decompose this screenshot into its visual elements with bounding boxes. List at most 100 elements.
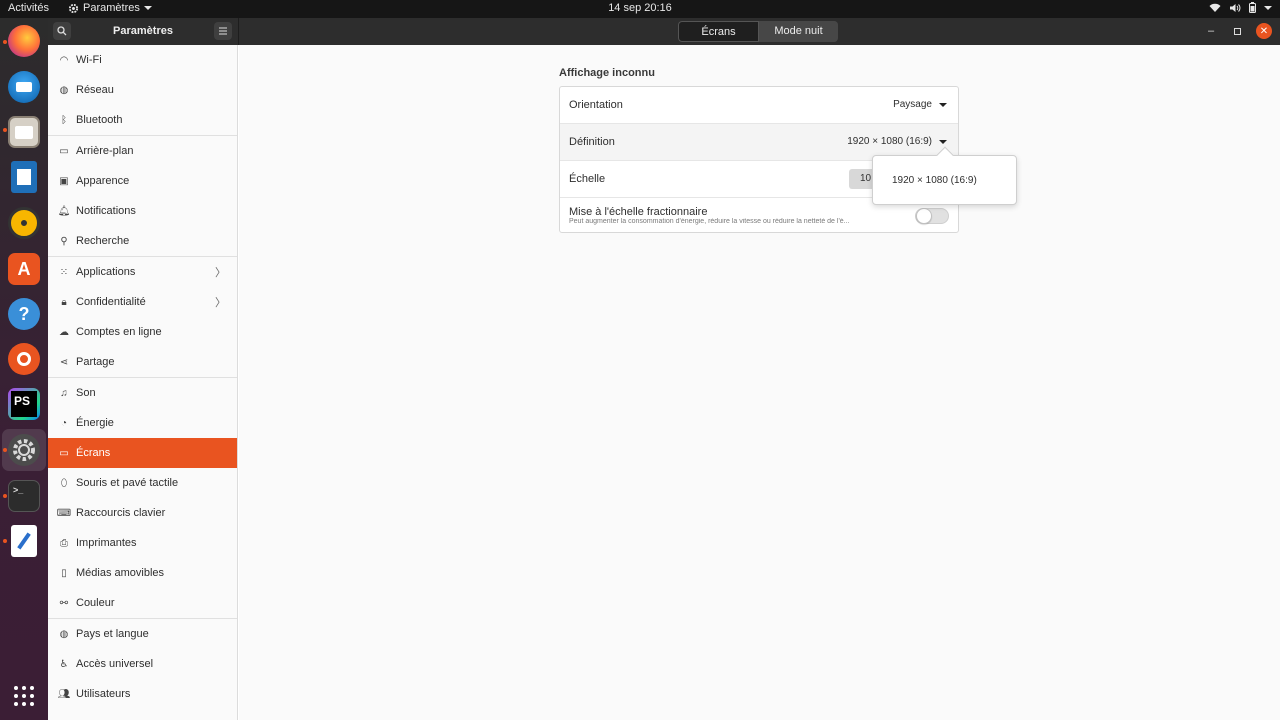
chevron-down-icon: [939, 103, 947, 107]
chevron-right-icon: 〉: [215, 267, 226, 279]
main-panel: Affichage inconnu Orientation Paysage Dé…: [239, 45, 1280, 720]
sidebar-item-network[interactable]: ◍ Réseau: [48, 75, 237, 105]
ubuntu-icon[interactable]: [8, 343, 40, 375]
activities-button[interactable]: Activités: [8, 2, 49, 14]
sidebar-item-label: Confidentialité: [76, 296, 146, 308]
close-icon: ✕: [1259, 25, 1269, 37]
keyboard-icon: ⌨︎: [56, 507, 72, 519]
chevron-down-icon: [939, 140, 947, 144]
sidebar-item-label: Médias amovibles: [76, 567, 165, 579]
chevron-down-icon: [1264, 5, 1272, 10]
files-icon[interactable]: [8, 116, 40, 148]
sidebar-item-displays[interactable]: ▭ Écrans: [48, 438, 237, 468]
maximize-button[interactable]: [1229, 23, 1245, 39]
sidebar-item-online-accounts[interactable]: ☁︎ Comptes en ligne: [48, 317, 237, 347]
sidebar-item-sound[interactable]: ♫ Son: [48, 378, 237, 408]
sidebar-item-background[interactable]: ▭ Arrière-plan: [48, 136, 237, 166]
app-menu-label: Paramètres: [83, 2, 140, 14]
sidebar-item-label: Son: [76, 387, 96, 399]
sidebar-item-label: Apparence: [76, 175, 130, 187]
header-separator: [238, 18, 239, 45]
sidebar-item-label: Applications: [76, 266, 136, 278]
search-button[interactable]: [53, 22, 71, 40]
header-bar: Paramètres Écrans Mode nuit – ✕: [48, 18, 1280, 45]
power-icon: ◔: [60, 417, 68, 429]
music-note-icon: ♫: [60, 387, 68, 399]
sidebar-item-label: Énergie: [76, 417, 114, 429]
sidebar-item-appearance[interactable]: ▣ Apparence: [48, 166, 237, 196]
users-icon: 👥︎: [57, 688, 71, 700]
minimize-icon: –: [1207, 25, 1215, 37]
text-editor-icon[interactable]: [11, 525, 37, 557]
sidebar-item-label: Raccourcis clavier: [76, 507, 166, 519]
resolution-option[interactable]: 1920 × 1080 (16:9): [892, 175, 977, 186]
running-indicator: [3, 494, 7, 498]
sidebar-item-sharing[interactable]: ⋖ Partage: [48, 347, 237, 377]
display-section-title: Affichage inconnu: [559, 67, 655, 79]
tab-night-mode[interactable]: Mode nuit: [759, 21, 838, 42]
phpstorm-icon[interactable]: PS: [8, 388, 40, 420]
display-icon: ▭: [59, 447, 69, 459]
settings-icon[interactable]: [8, 434, 40, 466]
wifi-icon: ◠: [59, 54, 69, 66]
close-button[interactable]: ✕: [1256, 23, 1272, 39]
bluetooth-icon: ᛒ: [61, 114, 67, 126]
sidebar-item-power[interactable]: ◔ Énergie: [48, 408, 237, 438]
firefox-icon[interactable]: [8, 25, 40, 57]
fractional-scaling-label: Mise à l'échelle fractionnaire: [569, 206, 708, 218]
switch-knob: [916, 208, 932, 224]
menu-button[interactable]: [214, 22, 232, 40]
orientation-row[interactable]: Orientation Paysage: [560, 87, 958, 124]
thunderbird-icon[interactable]: [8, 71, 40, 103]
sidebar-item-notifications[interactable]: 🔔︎ Notifications: [48, 196, 237, 226]
system-tray[interactable]: [1209, 2, 1272, 13]
maximize-icon: [1233, 27, 1241, 35]
writer-icon[interactable]: [11, 161, 37, 193]
show-apps-icon[interactable]: [8, 680, 40, 712]
chevron-down-icon: [143, 6, 152, 10]
resolution-label: Définition: [569, 136, 615, 148]
sidebar-item-label: Wi-Fi: [76, 54, 102, 66]
terminal-icon[interactable]: >_: [8, 480, 40, 512]
bell-icon: 🔔︎: [57, 205, 71, 217]
usb-drive-icon: ▯: [61, 567, 67, 579]
sidebar-item-accessibility[interactable]: ♿︎ Accès universel: [48, 649, 237, 679]
tab-displays[interactable]: Écrans: [678, 21, 759, 42]
sidebar-item-keyboard-shortcuts[interactable]: ⌨︎ Raccourcis clavier: [48, 498, 237, 528]
appearance-icon: ▣: [59, 175, 69, 187]
fractional-scaling-switch[interactable]: [915, 208, 949, 224]
sidebar-item-bluetooth[interactable]: ᛒ Bluetooth: [48, 105, 237, 135]
sidebar-item-users[interactable]: 👥︎ Utilisateurs: [48, 679, 237, 709]
sidebar-item-region-language[interactable]: ◍ Pays et langue: [48, 619, 237, 649]
cloud-icon: ☁︎: [59, 326, 69, 338]
app-center-icon[interactable]: A: [8, 253, 40, 285]
minimize-button[interactable]: –: [1203, 23, 1219, 39]
lock-icon: 🔒︎: [61, 296, 67, 308]
sidebar-item-label: Comptes en ligne: [76, 326, 162, 338]
background-icon: ▭: [59, 145, 69, 157]
rhythmbox-icon[interactable]: [8, 207, 40, 239]
orientation-label: Orientation: [569, 99, 623, 111]
running-indicator: [3, 128, 7, 132]
volume-icon: [1230, 3, 1241, 12]
sidebar-item-mouse-touchpad[interactable]: ⬯ Souris et pavé tactile: [48, 468, 237, 498]
sidebar: ◠ Wi-Fi ◍ Réseau ᛒ Bluetooth ▭ Arrière-plan …: [48, 45, 238, 720]
sidebar-item-label: Recherche: [76, 235, 130, 247]
sidebar-item-wifi[interactable]: ◠ Wi-Fi: [48, 45, 237, 75]
app-menu[interactable]: Paramètres: [68, 2, 152, 14]
resolution-value: 1920 × 1080 (16:9): [847, 136, 932, 147]
sidebar-item-printers[interactable]: ⎙ Imprimantes: [48, 528, 237, 558]
sidebar-item-label: Couleur: [76, 597, 115, 609]
sidebar-item-privacy[interactable]: 🔒︎ Confidentialité 〉: [48, 287, 237, 317]
sidebar-item-label: Arrière-plan: [76, 145, 134, 157]
sidebar-item-search[interactable]: ⚲ Recherche: [48, 226, 237, 256]
sidebar-item-removable-media[interactable]: ▯ Médias amovibles: [48, 558, 237, 588]
clock[interactable]: 14 sep 20:16: [608, 2, 672, 14]
sidebar-item-label: Réseau: [76, 84, 114, 96]
accessibility-icon: ♿︎: [59, 658, 69, 670]
fractional-scaling-description: Peut augmenter la consommation d'énergie…: [569, 218, 850, 225]
sidebar-item-label: Pays et langue: [76, 628, 149, 640]
help-icon[interactable]: ?: [8, 298, 40, 330]
sidebar-item-color[interactable]: ⚯ Couleur: [48, 588, 237, 618]
sidebar-item-applications[interactable]: ⁙ Applications 〉: [48, 257, 237, 287]
